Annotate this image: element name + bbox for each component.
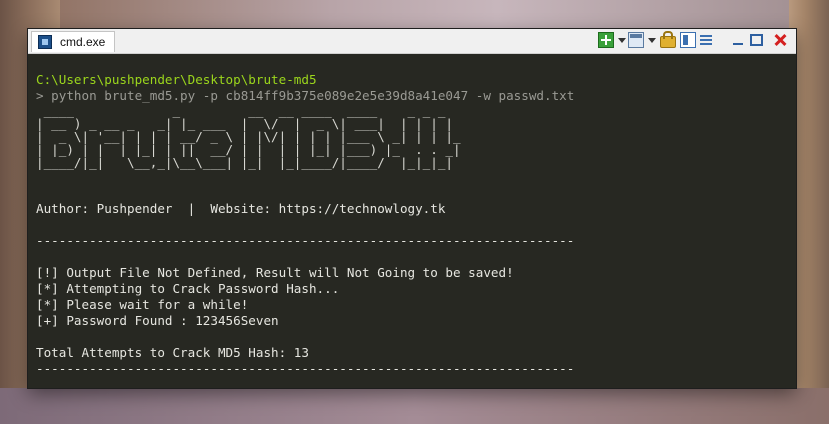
lock-icon[interactable] [660, 31, 676, 48]
new-console-dropdown-icon[interactable] [616, 32, 626, 48]
tab-cmd[interactable]: cmd.exe [31, 31, 115, 52]
title-bar: cmd.exe [28, 29, 796, 54]
console-window: cmd.exe C:\Users\pushpender\Desktop\brut… [28, 29, 796, 388]
new-console-icon[interactable] [598, 32, 614, 48]
ascii-banner: ____ _ __ __ ____ ____ _ _ _ | __ ) _ __ … [36, 104, 788, 169]
terminal-output[interactable]: C:\Users\pushpender\Desktop\brute-md5 > p… [36, 56, 788, 382]
banner-line: |____/|_| \__,_|\__\___| |_| |_|____/|__… [36, 155, 454, 170]
close-icon[interactable] [772, 32, 788, 48]
menu-icon[interactable] [698, 32, 714, 48]
separator-bottom: ----------------------------------------… [36, 361, 575, 376]
panes-icon[interactable] [628, 32, 644, 48]
message-output-warning: [!] Output File Not Defined, Result will… [36, 265, 514, 280]
view-icon[interactable] [680, 32, 696, 48]
desktop-background-sky [0, 0, 829, 30]
desktop-background-bottom [0, 388, 829, 424]
message-password-found: [+] Password Found : 123456Seven [36, 313, 279, 328]
command-line: > python brute_md5.py -p cb814ff9b375e08… [36, 88, 575, 103]
total-attempts-line: Total Attempts to Crack MD5 Hash: 13 [36, 345, 309, 360]
maximize-icon[interactable] [750, 34, 763, 46]
minimize-icon[interactable] [730, 32, 746, 48]
message-attempting: [*] Attempting to Crack Password Hash... [36, 281, 340, 296]
tab-label: cmd.exe [60, 35, 106, 49]
console-icon [38, 35, 52, 49]
author-line: Author: Pushpender | Website: https://te… [36, 201, 446, 216]
message-wait: [*] Please wait for a while! [36, 297, 249, 312]
prompt-path: C:\Users\pushpender\Desktop\brute-md5 [36, 72, 317, 87]
separator-top: ----------------------------------------… [36, 233, 575, 248]
panes-dropdown-icon[interactable] [646, 32, 656, 48]
